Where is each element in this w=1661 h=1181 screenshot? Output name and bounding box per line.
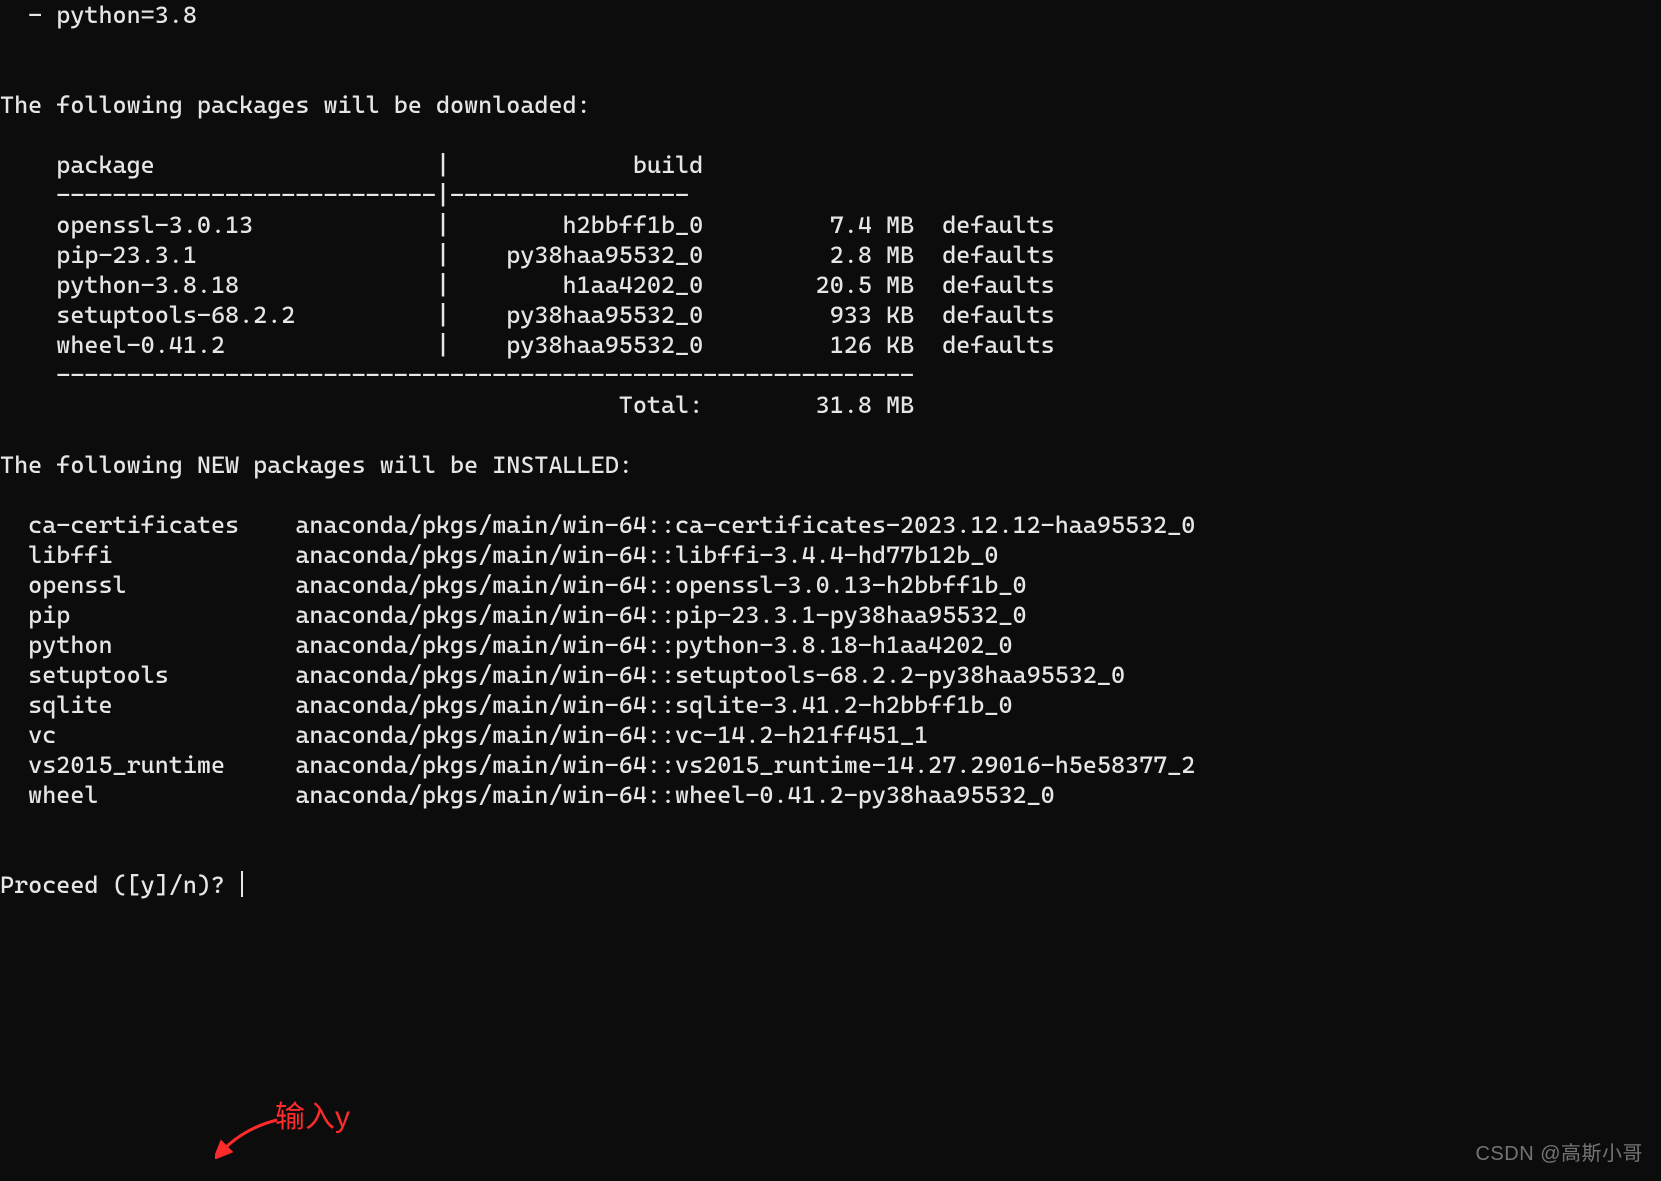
install-list: ca-certificates anaconda/pkgs/main/win-6… — [0, 511, 1195, 809]
download-table-rows: openssl-3.0.13 | h2bbff1b_0 7.4 MB defau… — [0, 211, 1055, 359]
install-heading: The following NEW packages will be INSTA… — [0, 451, 633, 479]
download-heading: The following packages will be downloade… — [0, 91, 591, 119]
annotation-arrow-icon — [215, 1114, 285, 1159]
text-cursor-icon[interactable] — [241, 871, 243, 897]
download-table-rule: ----------------------------------------… — [0, 361, 914, 389]
annotation-label: 输入y — [275, 1103, 350, 1133]
download-table-header: package | build — [0, 151, 703, 179]
download-total-row: Total: 31.8 MB — [0, 391, 914, 419]
download-table-rule: ---------------------------|------------… — [0, 181, 689, 209]
watermark: CSDN @高斯小哥 — [1475, 1139, 1643, 1169]
terminal-output[interactable]: - python=3.8 The following packages will… — [0, 0, 1661, 900]
proceed-prompt: Proceed ([y]/n)? — [0, 871, 239, 899]
env-spec-line: - python=3.8 — [0, 1, 197, 29]
